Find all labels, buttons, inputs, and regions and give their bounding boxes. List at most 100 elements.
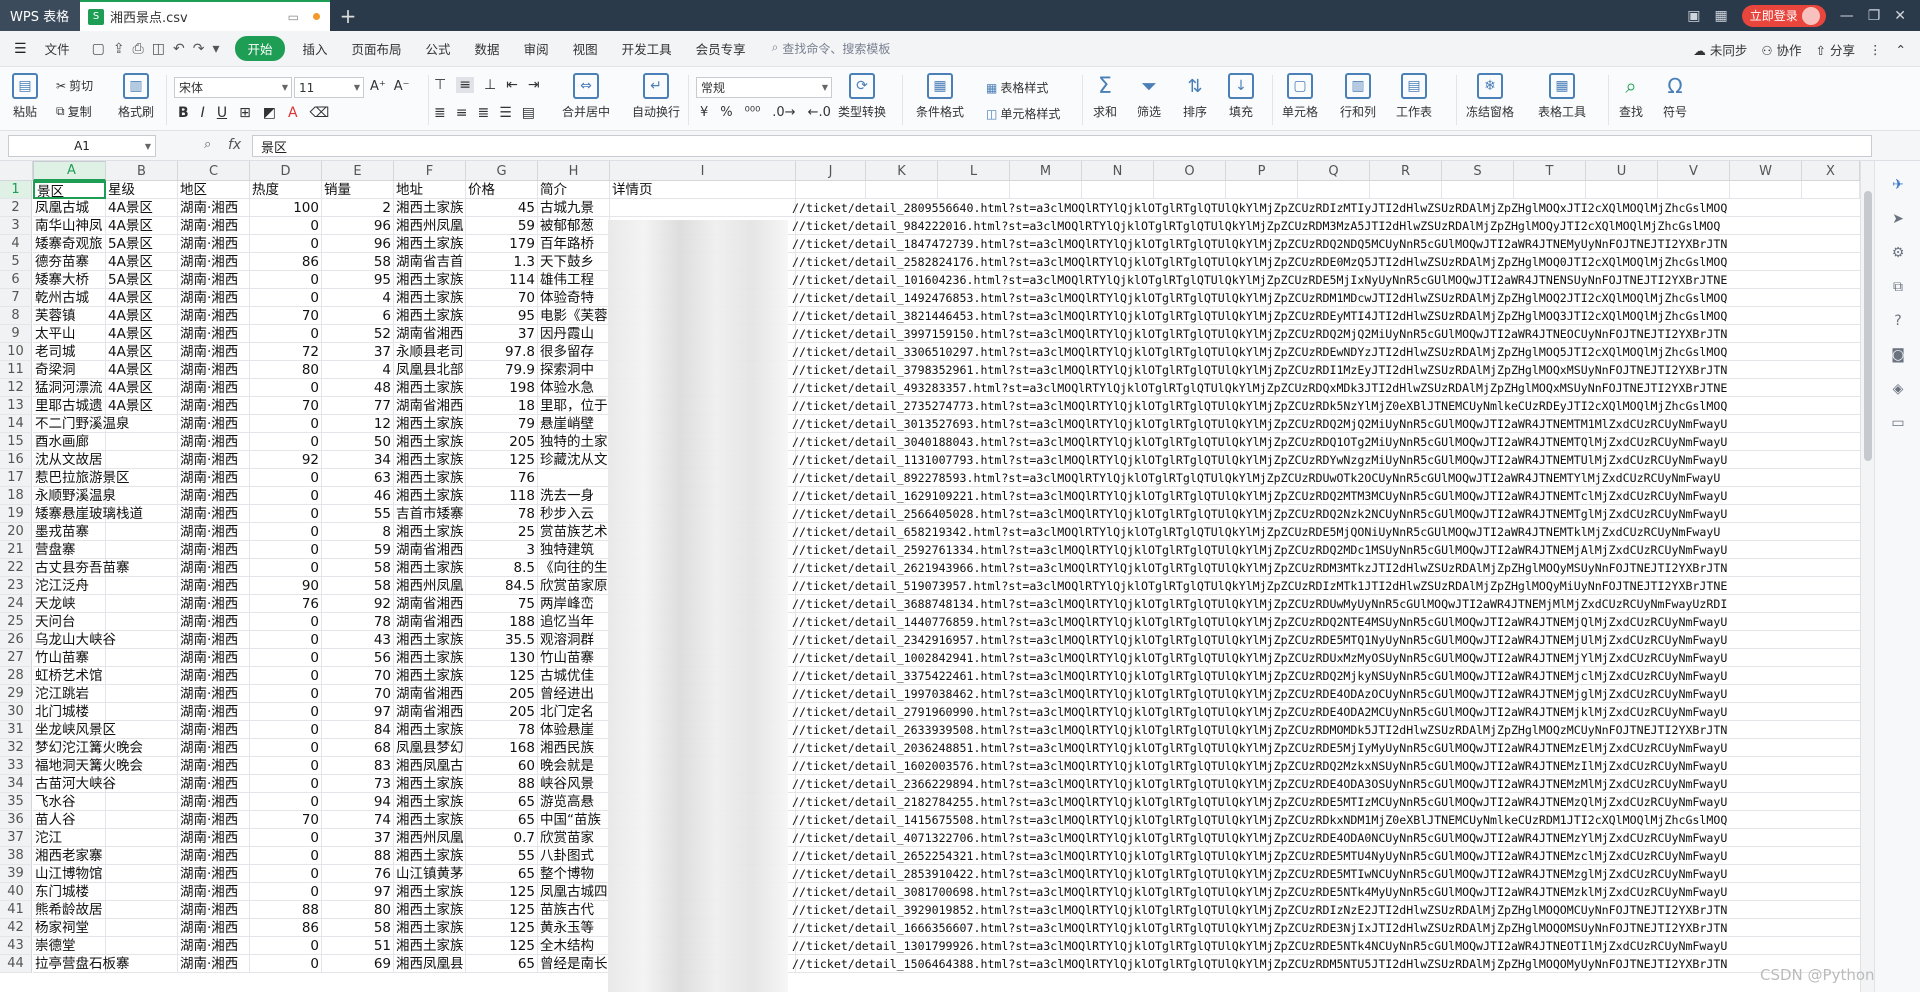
cell-detail-url[interactable]: //ticket/detail_519073957.html?st=a3clMO…: [790, 577, 1860, 595]
cell-e[interactable]: 50: [322, 433, 394, 451]
spreadsheet-grid[interactable]: 1 景区 星级 地区 热度 销量 地址 价格 简介 详情页 2 凤凰古城 4A景区 湖南·湘西 100 2 湘西…: [0, 181, 1860, 992]
find-button[interactable]: ⌕ 查找: [1618, 73, 1644, 120]
cell-b[interactable]: [106, 739, 178, 757]
cell-a[interactable]: 不二门野溪温泉: [33, 415, 130, 433]
cell-detail-url[interactable]: //ticket/detail_1506464388.html?st=a3clM…: [790, 955, 1860, 973]
cell-h[interactable]: 独特的土家: [538, 433, 610, 451]
cell-f[interactable]: 吉首市矮寨: [394, 505, 466, 523]
cell-c[interactable]: 湖南·湘西: [178, 757, 250, 775]
cell-detail-url[interactable]: //ticket/detail_2182784255.html?st=a3clM…: [790, 793, 1860, 811]
worksheet-button[interactable]: ▤ 工作表: [1396, 73, 1432, 120]
percent-icon[interactable]: %: [720, 105, 732, 120]
row-header[interactable]: 42: [0, 919, 32, 937]
tab-data[interactable]: 数据: [463, 39, 512, 58]
cell-f[interactable]: 湘西州凤凰: [394, 577, 466, 595]
cell-a[interactable]: 矮寨悬崖玻璃栈道: [33, 505, 143, 523]
cell-detail-url[interactable]: //ticket/detail_1440776859.html?st=a3clM…: [790, 613, 1860, 631]
cell-g[interactable]: 188: [466, 613, 538, 631]
cell-f[interactable]: 凤凰县北部: [394, 361, 466, 379]
layout-icon[interactable]: ▣: [1687, 8, 1700, 24]
cell-e[interactable]: 70: [322, 667, 394, 685]
cell-b[interactable]: 4A景区: [106, 397, 178, 415]
empty-cell[interactable]: [1298, 181, 1370, 199]
cell-f[interactable]: 湘西土家族: [394, 433, 466, 451]
currency-icon[interactable]: ¥: [700, 105, 708, 120]
cell-d[interactable]: 0: [250, 721, 322, 739]
cell-f[interactable]: 湘西土家族: [394, 775, 466, 793]
cell-e[interactable]: 37: [322, 343, 394, 361]
cell-a[interactable]: 崇德堂: [33, 937, 106, 955]
cell-detail-url[interactable]: //ticket/detail_1002842941.html?st=a3clM…: [790, 649, 1860, 667]
cell-g[interactable]: 205: [466, 685, 538, 703]
cell-e[interactable]: 76: [322, 865, 394, 883]
cell-detail-url[interactable]: //ticket/detail_2592761334.html?st=a3clM…: [790, 541, 1860, 559]
cell-detail-url[interactable]: //ticket/detail_101604236.html?st=a3clMO…: [790, 271, 1860, 289]
cell-b[interactable]: [106, 541, 178, 559]
row-header[interactable]: 8: [0, 307, 32, 325]
cell-d[interactable]: 0: [250, 937, 322, 955]
cell-c[interactable]: 湖南·湘西: [178, 523, 250, 541]
cell-detail-url[interactable]: //ticket/detail_1415675508.html?st=a3clM…: [790, 811, 1860, 829]
row-header[interactable]: 34: [0, 775, 32, 793]
cell-d[interactable]: 0: [250, 775, 322, 793]
cell-detail-url[interactable]: //ticket/detail_2633939508.html?st=a3clM…: [790, 721, 1860, 739]
cell-d[interactable]: 0: [250, 541, 322, 559]
row-header[interactable]: 2: [0, 199, 32, 217]
cell-a[interactable]: 古苗河大峡谷: [33, 775, 116, 793]
cell-h[interactable]: 秒步入云: [538, 505, 610, 523]
cell-e[interactable]: 12: [322, 415, 394, 433]
align-bottom-icon[interactable]: ⊥: [484, 77, 496, 93]
cell-h[interactable]: 《向往的生: [538, 559, 610, 577]
cell-b[interactable]: 5A景区: [106, 235, 178, 253]
cell-h[interactable]: 简介: [538, 181, 610, 199]
row-header[interactable]: 22: [0, 559, 32, 577]
cell-e[interactable]: 97: [322, 883, 394, 901]
align-top-icon[interactable]: ⊤: [434, 77, 446, 93]
cell-f[interactable]: 湘西土家族: [394, 523, 466, 541]
app-tab[interactable]: WPS 表格: [0, 0, 80, 31]
cell-detail-url[interactable]: //ticket/detail_3688748134.html?st=a3clM…: [790, 595, 1860, 613]
row-header[interactable]: 14: [0, 415, 32, 433]
row-header[interactable]: 10: [0, 343, 32, 361]
cell-c[interactable]: 湖南·湘西: [178, 793, 250, 811]
function-icon[interactable]: fx: [228, 137, 241, 153]
cell-b[interactable]: [106, 631, 178, 649]
cell-b[interactable]: 4A景区: [106, 379, 178, 397]
cell-h[interactable]: 赏苗族艺术: [538, 523, 610, 541]
cell-e[interactable]: 销量: [322, 181, 394, 199]
cell-f[interactable]: 湘西土家族: [394, 847, 466, 865]
cell-g[interactable]: 25: [466, 523, 538, 541]
cell-detail-url[interactable]: //ticket/detail_1492476853.html?st=a3clM…: [790, 289, 1860, 307]
row-header[interactable]: 6: [0, 271, 32, 289]
cell-d[interactable]: 90: [250, 577, 322, 595]
cell-c[interactable]: 湖南·湘西: [178, 955, 250, 973]
cell-detail-url[interactable]: //ticket/detail_2566405028.html?st=a3clM…: [790, 505, 1860, 523]
tab-page-layout[interactable]: 页面布局: [340, 39, 414, 58]
cell-b[interactable]: [106, 685, 178, 703]
empty-cell[interactable]: [1082, 181, 1154, 199]
cell-d[interactable]: 0: [250, 415, 322, 433]
cell-f[interactable]: 湘西土家族: [394, 271, 466, 289]
cell-h[interactable]: 雄伟工程: [538, 271, 610, 289]
login-button[interactable]: 立即登录: [1741, 4, 1826, 27]
row-header[interactable]: 43: [0, 937, 32, 955]
cell-c[interactable]: 湖南·湘西: [178, 451, 250, 469]
cell-e[interactable]: 4: [322, 361, 394, 379]
cell-b[interactable]: [106, 757, 178, 775]
cell-e[interactable]: 55: [322, 505, 394, 523]
cell-b[interactable]: [106, 505, 178, 523]
cell-c[interactable]: 地区: [178, 181, 250, 199]
cell-g[interactable]: 35.5: [466, 631, 538, 649]
cell-b[interactable]: 星级: [106, 181, 178, 199]
command-search[interactable]: ⌕ 查找命令、搜索模板: [758, 40, 891, 57]
cell-h[interactable]: 欣赏苗家原: [538, 577, 610, 595]
cell-f[interactable]: 湘西土家族: [394, 919, 466, 937]
cell-h[interactable]: 洗去一身: [538, 487, 610, 505]
cell-detail-url[interactable]: //ticket/detail_892278593.html?st=a3clMO…: [790, 469, 1860, 487]
cell-h[interactable]: 竹山苗寨: [538, 649, 610, 667]
cell-h[interactable]: 中国“苗族: [538, 811, 610, 829]
cell-f[interactable]: 湖南省湘西: [394, 595, 466, 613]
cell-c[interactable]: 湖南·湘西: [178, 613, 250, 631]
align-right-icon[interactable]: ≣: [477, 105, 489, 121]
cell-detail-url[interactable]: //ticket/detail_2652254321.html?st=a3clM…: [790, 847, 1860, 865]
